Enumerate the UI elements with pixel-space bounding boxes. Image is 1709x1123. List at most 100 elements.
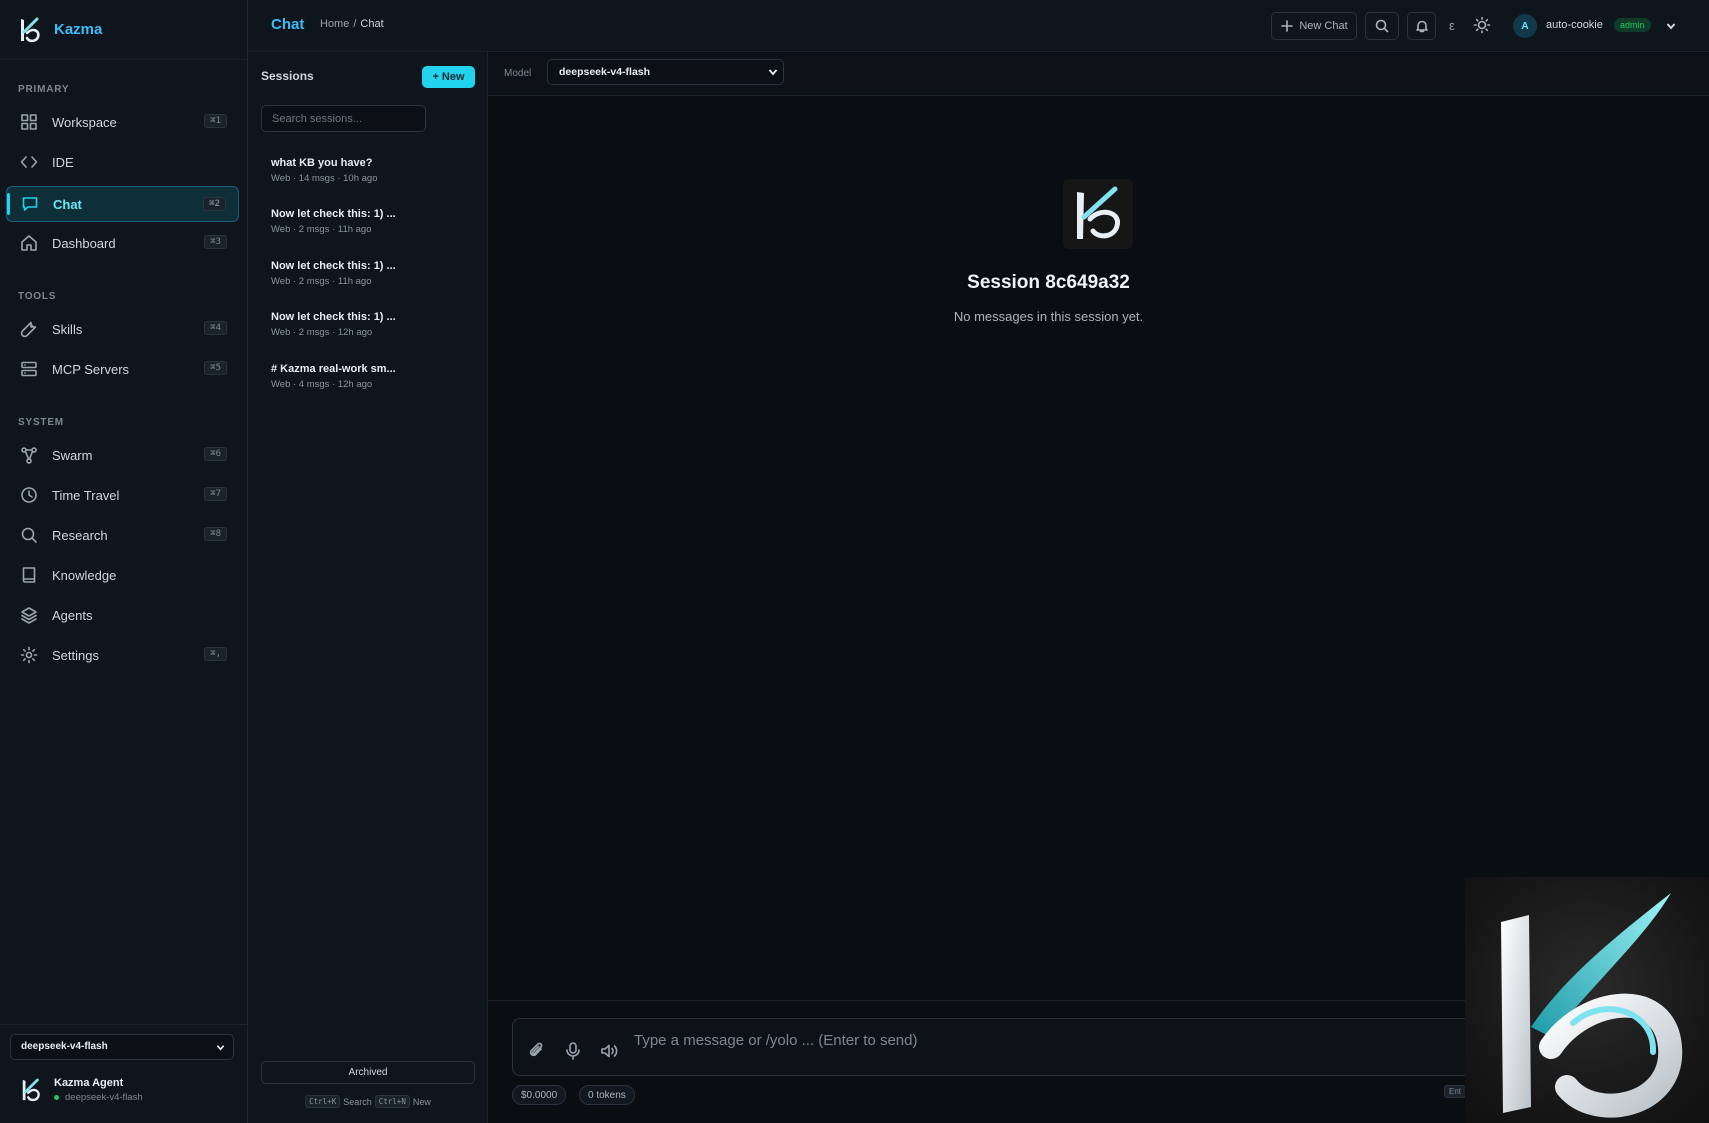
model-label: Model	[504, 68, 532, 79]
server-icon	[20, 360, 38, 378]
model-dropdown-value: deepseek-v4-flash	[559, 66, 651, 78]
shortcut-hints: Ctrl+K Search Ctrl+N New	[248, 1095, 488, 1108]
shortcut-badge: ⌘6	[204, 447, 227, 461]
theme-toggle-button[interactable]	[1473, 16, 1491, 34]
section-label-tools: TOOLS	[18, 291, 57, 302]
sidebar-item-time-travel[interactable]: Time Travel ⌘7	[6, 477, 239, 513]
shortcut-badge: ⌘5	[204, 361, 227, 375]
sidebar-item-knowledge[interactable]: Knowledge	[6, 557, 239, 593]
breadcrumb-separator: /	[353, 18, 357, 30]
sidebar-item-label: Time Travel	[52, 487, 120, 503]
sidebar-item-label: Settings	[52, 647, 99, 663]
session-meta: Web · 2 msgs · 12h ago	[271, 327, 373, 338]
brand[interactable]: Kazma	[0, 0, 247, 60]
sidebar-item-mcp-servers[interactable]: MCP Servers ⌘5	[6, 351, 239, 387]
grid-icon	[20, 113, 38, 131]
session-list-item[interactable]: Now let check this: 1) ... Web · 2 msgs …	[258, 202, 478, 246]
shortcut-badge: ⌘2	[203, 197, 226, 211]
role-badge: admin	[1614, 18, 1651, 32]
microphone-icon[interactable]	[563, 1041, 583, 1061]
shortcut-badge: ⌘7	[204, 487, 227, 501]
notifications-button[interactable]	[1407, 12, 1436, 40]
shortcut-badge: ⌘3	[204, 235, 227, 249]
epsilon-glyph[interactable]: ε	[1449, 18, 1455, 33]
sun-icon	[1473, 16, 1491, 34]
shortcut-badge: ⌘4	[204, 321, 227, 335]
message-input[interactable]	[634, 1029, 1534, 1051]
agent-model: deepseek-v4-flash	[65, 1092, 143, 1103]
sidebar-item-label: MCP Servers	[52, 361, 130, 377]
sidebar-item-chat[interactable]: Chat ⌘2	[6, 186, 239, 222]
sessions-title: Sessions	[261, 69, 314, 83]
speaker-icon[interactable]	[599, 1041, 619, 1061]
model-dropdown[interactable]: deepseek-v4-flash	[547, 59, 784, 85]
sidebar-item-swarm[interactable]: Swarm ⌘6	[6, 437, 239, 473]
code-icon	[20, 153, 38, 171]
kazma-logo-overlay	[1465, 877, 1709, 1123]
session-list-item[interactable]: what KB you have? Web · 14 msgs · 10h ag…	[258, 151, 478, 195]
username[interactable]: auto-cookie	[1546, 19, 1603, 31]
archived-button[interactable]: Archived	[261, 1061, 475, 1084]
model-bar: Model deepseek-v4-flash	[488, 52, 1709, 96]
avatar[interactable]: A	[1513, 14, 1537, 38]
sidebar-footer: deepseek-v4-flash Kazma Agent deepseek-v…	[0, 1024, 248, 1123]
agent-info[interactable]: Kazma Agent deepseek-v4-flash	[20, 1077, 143, 1103]
status-dot	[54, 1095, 59, 1100]
shortcut-badge: ⌘,	[204, 647, 227, 661]
sidebar-item-label: Chat	[53, 196, 82, 212]
session-heading: Session 8c649a32	[967, 272, 1130, 293]
sidebar-model-select[interactable]: deepseek-v4-flash	[10, 1034, 234, 1060]
session-list-item[interactable]: Now let check this: 1) ... Web · 2 msgs …	[258, 305, 478, 349]
agent-name: Kazma Agent	[54, 1077, 124, 1089]
sidebar-item-dashboard[interactable]: Dashboard ⌘3	[6, 225, 239, 261]
new-chat-button[interactable]: New Chat	[1271, 12, 1357, 40]
sidebar-item-label: Dashboard	[52, 235, 116, 251]
new-session-button[interactable]: + New	[422, 66, 475, 88]
shortcut-badge: ⌘1	[204, 114, 227, 128]
bell-icon	[1415, 20, 1428, 33]
sidebar-item-label: Research	[52, 527, 108, 543]
session-title: Now let check this: 1) ...	[271, 311, 396, 323]
swarm-icon	[20, 446, 38, 464]
layers-icon	[20, 606, 38, 624]
breadcrumb-home[interactable]: Home	[320, 18, 349, 30]
session-title: # Kazma real-work sm...	[271, 363, 396, 375]
session-list-item[interactable]: # Kazma real-work sm... Web · 4 msgs · 1…	[258, 357, 478, 401]
sidebar-item-label: Knowledge	[52, 567, 117, 583]
section-label-primary: PRIMARY	[18, 84, 70, 95]
sidebar-item-agents[interactable]: Agents	[6, 597, 239, 633]
top-bar: Chat Home / Chat New Chat ε A auto-cooki…	[248, 0, 1709, 52]
breadcrumb: Home / Chat	[320, 18, 384, 30]
session-meta: Web · 2 msgs · 11h ago	[271, 276, 372, 287]
search-icon	[20, 526, 38, 544]
sidebar-item-ide[interactable]: IDE	[6, 144, 239, 180]
session-title: what KB you have?	[271, 157, 373, 169]
kazma-logo-icon	[22, 1078, 40, 1102]
home-icon	[20, 234, 38, 252]
session-search-input[interactable]	[261, 105, 426, 132]
user-menu-toggle[interactable]	[1666, 21, 1676, 31]
session-list-item[interactable]: Now let check this: 1) ... Web · 2 msgs …	[258, 254, 478, 298]
sidebar: Kazma PRIMARY Workspace ⌘1 IDE Chat ⌘2 D…	[0, 0, 248, 1123]
brand-name: Kazma	[54, 21, 103, 38]
sidebar-item-workspace[interactable]: Workspace ⌘1	[6, 104, 239, 140]
kazma-logo-icon	[1501, 893, 1683, 1118]
enter-shortcut-hint: Ent	[1444, 1085, 1467, 1098]
shortcut-badge: ⌘8	[204, 527, 227, 541]
search-shortcut-key: Ctrl+K	[305, 1095, 341, 1108]
empty-state-message: No messages in this session yet.	[953, 309, 1144, 324]
new-chat-label: New Chat	[1299, 20, 1348, 32]
token-count-badge: 0 tokens	[579, 1085, 635, 1105]
page-title: Chat	[271, 16, 305, 33]
session-meta: Web · 2 msgs · 11h ago	[271, 224, 372, 235]
session-title: Now let check this: 1) ...	[271, 260, 396, 272]
sidebar-item-research[interactable]: Research ⌘8	[6, 517, 239, 553]
sidebar-item-settings[interactable]: Settings ⌘,	[6, 637, 239, 673]
sidebar-item-skills[interactable]: Skills ⌘4	[6, 311, 239, 347]
clock-icon	[20, 486, 38, 504]
book-icon	[20, 566, 38, 584]
sidebar-item-label: Workspace	[52, 114, 117, 130]
sessions-panel: Sessions + New what KB you have? Web · 1…	[248, 52, 488, 1123]
paperclip-icon[interactable]	[527, 1041, 547, 1061]
search-button[interactable]	[1365, 12, 1399, 40]
